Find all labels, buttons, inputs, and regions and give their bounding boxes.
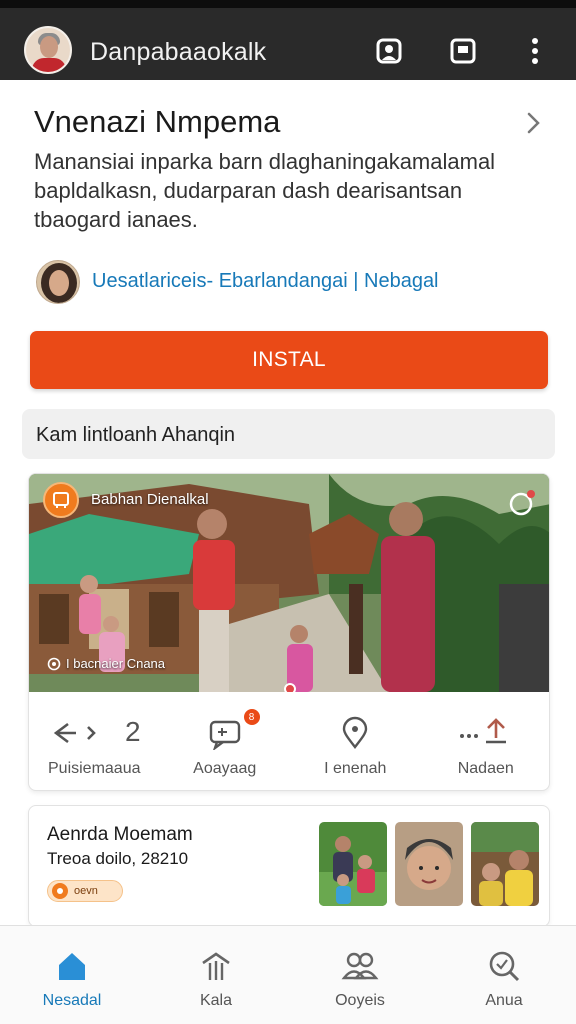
- share-icon: 2: [46, 716, 142, 750]
- group-description: Manansiai inparka barn dlaghaningakamala…: [34, 149, 496, 232]
- post-actions: 2 Puisiemaaua 8 Aoayaag I enenah Nadaen: [29, 700, 550, 788]
- share-count: 2: [125, 716, 141, 747]
- section-label: Kam lintloanh Ahanqin: [36, 424, 236, 446]
- expand-icon[interactable]: [507, 488, 537, 518]
- event-thumbnail[interactable]: [471, 822, 539, 906]
- nav-label: Ooyeis: [335, 992, 385, 1009]
- tower-icon: [199, 948, 233, 984]
- profile-search-icon[interactable]: [374, 36, 404, 66]
- nav-home[interactable]: Nesadal: [0, 926, 144, 1024]
- owner-link[interactable]: Uesatlariceis- Ebarlandangai | Nebagal: [92, 270, 439, 293]
- post-photo[interactable]: Babhan Dienalkal I bacnaier Cnana: [29, 474, 549, 692]
- nav-label: Kala: [199, 992, 233, 1009]
- group-title: Vnenazi Nmpema: [34, 104, 281, 139]
- nav-label: Nesadal: [42, 992, 102, 1009]
- event-title: Aenrda Moemam: [47, 824, 193, 845]
- chat-icon: [207, 716, 243, 750]
- home-icon: [55, 948, 89, 984]
- location-icon: [338, 716, 372, 750]
- nav-people[interactable]: Ooyeis: [288, 926, 432, 1024]
- event-subtitle: Treoa doilo, 28210: [47, 849, 189, 868]
- notification-badge: 8: [243, 709, 260, 725]
- action-location[interactable]: I enenah: [290, 700, 421, 788]
- search-icon: [487, 948, 521, 984]
- action-label: Nadaen: [457, 760, 514, 777]
- post-card[interactable]: Babhan Dienalkal I bacnaier Cnana 2 Puis…: [28, 473, 550, 791]
- owner-avatar[interactable]: [36, 260, 80, 304]
- carousel-indicator: [284, 683, 296, 692]
- screen-share-icon[interactable]: [448, 36, 478, 66]
- event-thumbnail[interactable]: [395, 822, 463, 906]
- action-label: I enenah: [324, 760, 387, 777]
- nav-kala[interactable]: Kala: [144, 926, 288, 1024]
- section-header[interactable]: Kam lintloanh Ahanqin: [22, 409, 555, 459]
- chevron-right-icon[interactable]: [520, 110, 546, 136]
- more-options-icon[interactable]: [520, 36, 550, 66]
- toggle-icon: [52, 883, 68, 899]
- profile-avatar[interactable]: [24, 26, 72, 74]
- event-badge-label: oevn: [74, 885, 98, 897]
- people-icon: [341, 948, 379, 984]
- event-thumbnail[interactable]: [319, 822, 387, 906]
- action-comment[interactable]: 8 Aoayaag: [160, 700, 291, 788]
- event-card[interactable]: Aenrda Moemam Treoa doilo, 28210 oevn: [28, 805, 550, 927]
- action-label: Puisiemaaua: [48, 760, 141, 777]
- upload-icon: [456, 716, 516, 750]
- location-pin-icon: [47, 657, 61, 670]
- nav-label: Anua: [485, 992, 523, 1009]
- app-title: Danpabaaokalk: [90, 38, 267, 66]
- post-caption: I bacnaier Cnana: [47, 656, 165, 671]
- event-badge: oevn: [47, 880, 123, 902]
- action-share[interactable]: 2 Puisiemaaua: [29, 700, 160, 788]
- nav-search[interactable]: Anua: [432, 926, 576, 1024]
- post-caption-text: I bacnaier Cnana: [66, 656, 166, 671]
- page-badge-icon: [43, 482, 79, 518]
- action-upload[interactable]: Nadaen: [421, 700, 550, 788]
- install-button[interactable]: INSTAL: [30, 331, 548, 389]
- post-source: Babhan Dienalkal: [91, 491, 209, 508]
- top-app-bar: Danpabaaokalk: [0, 0, 576, 80]
- bottom-navigation: Nesadal Kala Ooyeis Anua: [0, 925, 576, 1024]
- action-label: Aoayaag: [193, 760, 257, 777]
